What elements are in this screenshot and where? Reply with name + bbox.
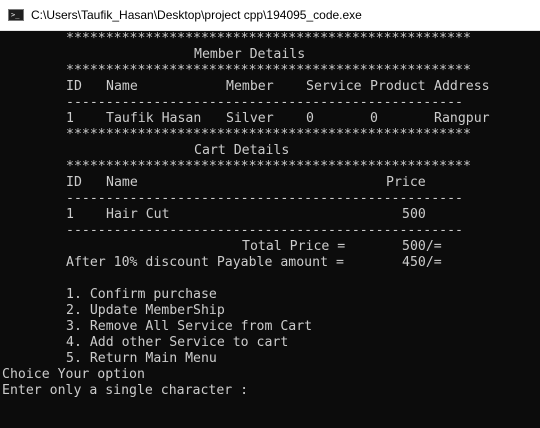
member-row-id: 1	[66, 111, 74, 126]
separator-stars: ****************************************…	[66, 159, 471, 174]
cart-header-price: Price	[386, 175, 426, 190]
separator-dashes: ----------------------------------------…	[66, 95, 463, 110]
cart-header-id: ID	[66, 175, 82, 190]
cart-row-name: Hair Cut	[106, 207, 170, 222]
member-details-heading: Member Details	[194, 47, 306, 62]
discount-value: 450/=	[402, 255, 442, 270]
menu-option-remove-services: 3. Remove All Service from Cart	[66, 319, 313, 334]
member-header-product: Product	[370, 79, 426, 94]
separator-dashes: ----------------------------------------…	[66, 223, 463, 238]
menu-option-confirm-purchase: 1. Confirm purchase	[66, 287, 217, 302]
separator-dashes: ----------------------------------------…	[66, 191, 463, 206]
input-prompt[interactable]: Enter only a single character :	[2, 383, 248, 399]
total-price-value: 500/=	[402, 239, 442, 254]
member-row-member: Silver	[226, 111, 274, 126]
separator-stars: ****************************************…	[66, 31, 471, 46]
cart-row-id: 1	[66, 207, 74, 222]
member-row-address: Rangpur	[434, 111, 490, 126]
member-row-service: 0	[306, 111, 314, 126]
member-header-member: Member	[226, 79, 274, 94]
cart-header-name: Name	[106, 175, 138, 190]
console-window: >_ C:\Users\Taufik_Hasan\Desktop\project…	[0, 0, 540, 428]
cart-row-price: 500	[402, 207, 426, 222]
title-bar[interactable]: >_ C:\Users\Taufik_Hasan\Desktop\project…	[0, 0, 540, 31]
member-row-product: 0	[370, 111, 378, 126]
cart-details-heading: Cart Details	[194, 143, 290, 158]
separator-stars: ****************************************…	[66, 127, 471, 142]
menu-option-return-main-menu: 5. Return Main Menu	[66, 351, 217, 366]
member-header-id: ID	[66, 79, 82, 94]
total-price-label: Total Price =	[242, 239, 346, 254]
discount-label: After 10% discount Payable amount =	[66, 255, 344, 270]
member-header-address: Address	[434, 79, 490, 94]
window-title: C:\Users\Taufik_Hasan\Desktop\project cp…	[31, 8, 362, 22]
member-header-name: Name	[106, 79, 138, 94]
console-app-icon: >_	[8, 9, 24, 21]
menu-option-add-service: 4. Add other Service to cart	[66, 335, 289, 350]
choice-prompt: Choice Your option	[2, 367, 145, 382]
separator-stars: ****************************************…	[66, 63, 471, 78]
menu-option-update-membership: 2. Update MemberShip	[66, 303, 225, 318]
console-output[interactable]: ****************************************…	[0, 31, 540, 428]
member-row-name: Taufik Hasan	[106, 111, 202, 126]
member-header-service: Service	[306, 79, 362, 94]
